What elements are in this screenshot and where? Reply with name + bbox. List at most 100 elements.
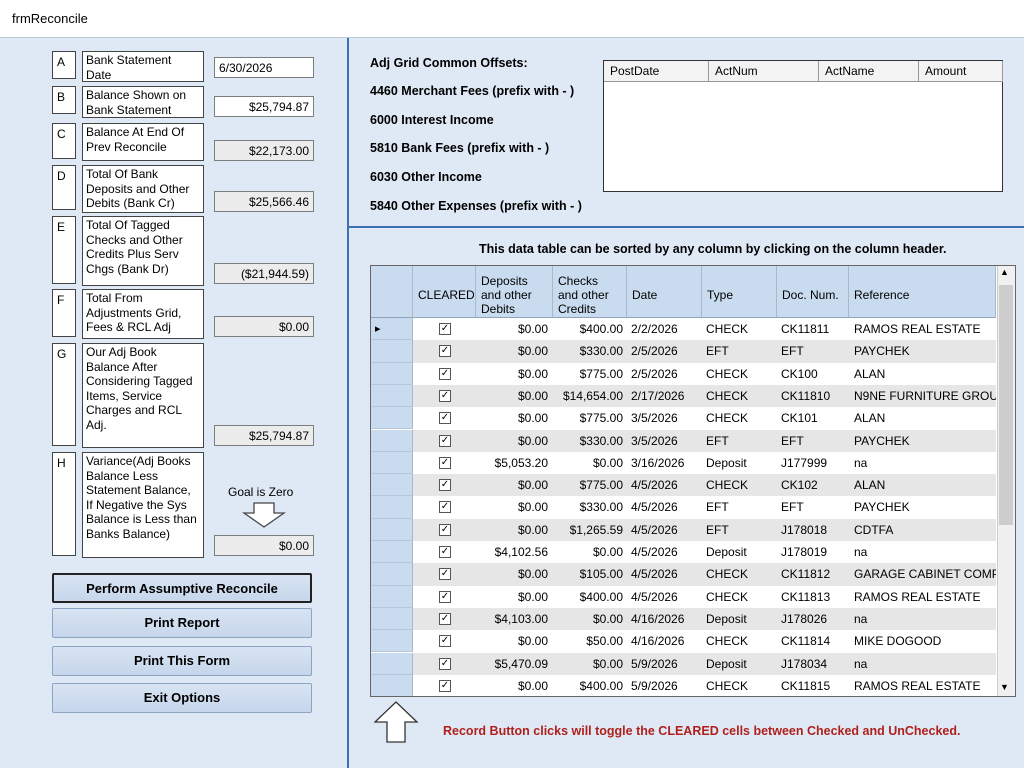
date-cell[interactable]: 4/5/2026: [631, 586, 703, 608]
table-row[interactable]: ✓ $0.00 $400.00 5/9/2026 CHECK CK11815 RAMOS R…: [371, 674, 996, 696]
date-cell[interactable]: 5/9/2026: [631, 675, 703, 696]
checks-cell[interactable]: $0.00: [553, 541, 623, 563]
reference-cell[interactable]: MIKE DOGOOD: [854, 630, 996, 652]
row-header[interactable]: [371, 474, 413, 497]
col-header-deposits[interactable]: Deposits and other Debits: [476, 266, 553, 318]
checks-cell[interactable]: $400.00: [553, 586, 623, 608]
bank-statement-date-input[interactable]: 6/30/2026: [214, 57, 314, 78]
type-cell[interactable]: Deposit: [706, 608, 776, 630]
col-header-reference[interactable]: Reference: [849, 266, 996, 318]
reference-cell[interactable]: N9NE FURNITURE GROUP: [854, 385, 996, 407]
type-cell[interactable]: CHECK: [706, 385, 776, 407]
deposits-cell[interactable]: $5,053.20: [476, 452, 548, 474]
row-header[interactable]: [371, 585, 413, 608]
doc-num-cell[interactable]: J178034: [781, 653, 849, 675]
type-cell[interactable]: CHECK: [706, 318, 776, 340]
table-row[interactable]: ✓ $0.00 $1,265.59 4/5/2026 EFT J178018 CDTFA: [371, 518, 996, 541]
type-cell[interactable]: CHECK: [706, 363, 776, 385]
cleared-checkbox[interactable]: ✓: [439, 412, 451, 425]
print-report-button[interactable]: Print Report: [52, 608, 312, 638]
type-cell[interactable]: EFT: [706, 430, 776, 452]
col-header-date[interactable]: Date: [627, 266, 702, 318]
reference-cell[interactable]: CDTFA: [854, 519, 996, 541]
doc-num-cell[interactable]: CK101: [781, 407, 849, 429]
type-cell[interactable]: Deposit: [706, 541, 776, 563]
cleared-checkbox[interactable]: ✓: [439, 367, 451, 380]
deposits-cell[interactable]: $5,470.09: [476, 653, 548, 675]
adj-col-amount[interactable]: Amount: [919, 61, 1003, 82]
date-cell[interactable]: 4/16/2026: [631, 630, 703, 652]
cleared-checkbox[interactable]: ✓: [439, 434, 451, 447]
adj-col-actname[interactable]: ActName: [819, 61, 919, 82]
checks-cell[interactable]: $775.00: [553, 407, 623, 429]
perform-assumptive-reconcile-button[interactable]: Perform Assumptive Reconcile: [52, 573, 312, 603]
date-cell[interactable]: 2/2/2026: [631, 318, 703, 340]
row-header[interactable]: [371, 518, 413, 541]
checks-cell[interactable]: $1,265.59: [553, 519, 623, 541]
type-cell[interactable]: EFT: [706, 519, 776, 541]
doc-num-cell[interactable]: CK11811: [781, 318, 849, 340]
date-cell[interactable]: 3/5/2026: [631, 407, 703, 429]
deposits-cell[interactable]: $0.00: [476, 385, 548, 407]
reference-cell[interactable]: RAMOS REAL ESTATE: [854, 318, 996, 340]
cleared-checkbox[interactable]: ✓: [439, 568, 451, 581]
doc-num-cell[interactable]: CK11812: [781, 563, 849, 585]
reference-cell[interactable]: PAYCHEK: [854, 496, 996, 518]
deposits-cell[interactable]: $0.00: [476, 318, 548, 340]
type-cell[interactable]: CHECK: [706, 407, 776, 429]
checks-cell[interactable]: $0.00: [553, 608, 623, 630]
reference-cell[interactable]: na: [854, 452, 996, 474]
row-header[interactable]: [371, 384, 413, 408]
deposits-cell[interactable]: $0.00: [476, 340, 548, 362]
row-header[interactable]: [371, 429, 413, 452]
row-header[interactable]: [371, 451, 413, 475]
doc-num-cell[interactable]: EFT: [781, 430, 849, 452]
type-cell[interactable]: Deposit: [706, 452, 776, 474]
row-header[interactable]: [371, 563, 413, 586]
deposits-cell[interactable]: $4,103.00: [476, 608, 548, 630]
date-cell[interactable]: 4/5/2026: [631, 474, 703, 496]
cleared-checkbox[interactable]: ✓: [439, 612, 451, 625]
transactions-grid[interactable]: CLEARED Deposits and other Debits Checks…: [370, 265, 1016, 697]
table-row[interactable]: ✓ $0.00 $14,654.00 2/17/2026 CHECK CK11810 N9N…: [371, 384, 996, 408]
adj-col-postdate[interactable]: PostDate: [604, 61, 709, 82]
cleared-checkbox[interactable]: ✓: [439, 679, 451, 692]
date-cell[interactable]: 4/16/2026: [631, 608, 703, 630]
deposits-cell[interactable]: $0.00: [476, 586, 548, 608]
reference-cell[interactable]: ALAN: [854, 407, 996, 429]
cleared-checkbox[interactable]: ✓: [439, 323, 451, 335]
doc-num-cell[interactable]: J178026: [781, 608, 849, 630]
reference-cell[interactable]: ALAN: [854, 474, 996, 496]
type-cell[interactable]: CHECK: [706, 675, 776, 696]
doc-num-cell[interactable]: CK11810: [781, 385, 849, 407]
row-header[interactable]: [371, 407, 413, 430]
checks-cell[interactable]: $400.00: [553, 318, 623, 340]
checks-cell[interactable]: $775.00: [553, 363, 623, 385]
checks-cell[interactable]: $330.00: [553, 496, 623, 518]
deposits-cell[interactable]: $0.00: [476, 563, 548, 585]
date-cell[interactable]: 4/5/2026: [631, 541, 703, 563]
date-cell[interactable]: 4/5/2026: [631, 563, 703, 585]
table-row[interactable]: ✓ $0.00 $775.00 4/5/2026 CHECK CK102 ALAN: [371, 474, 996, 497]
table-row[interactable]: ✓ $0.00 $105.00 4/5/2026 CHECK CK11812 GARAGE …: [371, 563, 996, 586]
table-row[interactable]: ✓ $0.00 $775.00 3/5/2026 CHECK CK101 ALAN: [371, 407, 996, 430]
reference-cell[interactable]: RAMOS REAL ESTATE: [854, 675, 996, 696]
cleared-checkbox[interactable]: ✓: [439, 456, 451, 469]
col-header-type[interactable]: Type: [702, 266, 777, 318]
table-row[interactable]: ✓ $0.00 $50.00 4/16/2026 CHECK CK11814 MIKE DO…: [371, 630, 996, 653]
row-header[interactable]: [371, 340, 413, 363]
doc-num-cell[interactable]: CK11813: [781, 586, 849, 608]
doc-num-cell[interactable]: J178019: [781, 541, 849, 563]
deposits-cell[interactable]: $0.00: [476, 474, 548, 496]
checks-cell[interactable]: $330.00: [553, 340, 623, 362]
scroll-down-icon[interactable]: ▼: [1000, 682, 1009, 692]
row-header[interactable]: [371, 496, 413, 519]
doc-num-cell[interactable]: J177999: [781, 452, 849, 474]
reference-cell[interactable]: na: [854, 653, 996, 675]
reference-cell[interactable]: na: [854, 541, 996, 563]
checks-cell[interactable]: $105.00: [553, 563, 623, 585]
deposits-cell[interactable]: $0.00: [476, 630, 548, 652]
col-header-checks[interactable]: Checks and other Credits: [553, 266, 627, 318]
table-row[interactable]: ✓ $0.00 $400.00 4/5/2026 CHECK CK11813 RAMOS R…: [371, 585, 996, 608]
deposits-cell[interactable]: $0.00: [476, 363, 548, 385]
